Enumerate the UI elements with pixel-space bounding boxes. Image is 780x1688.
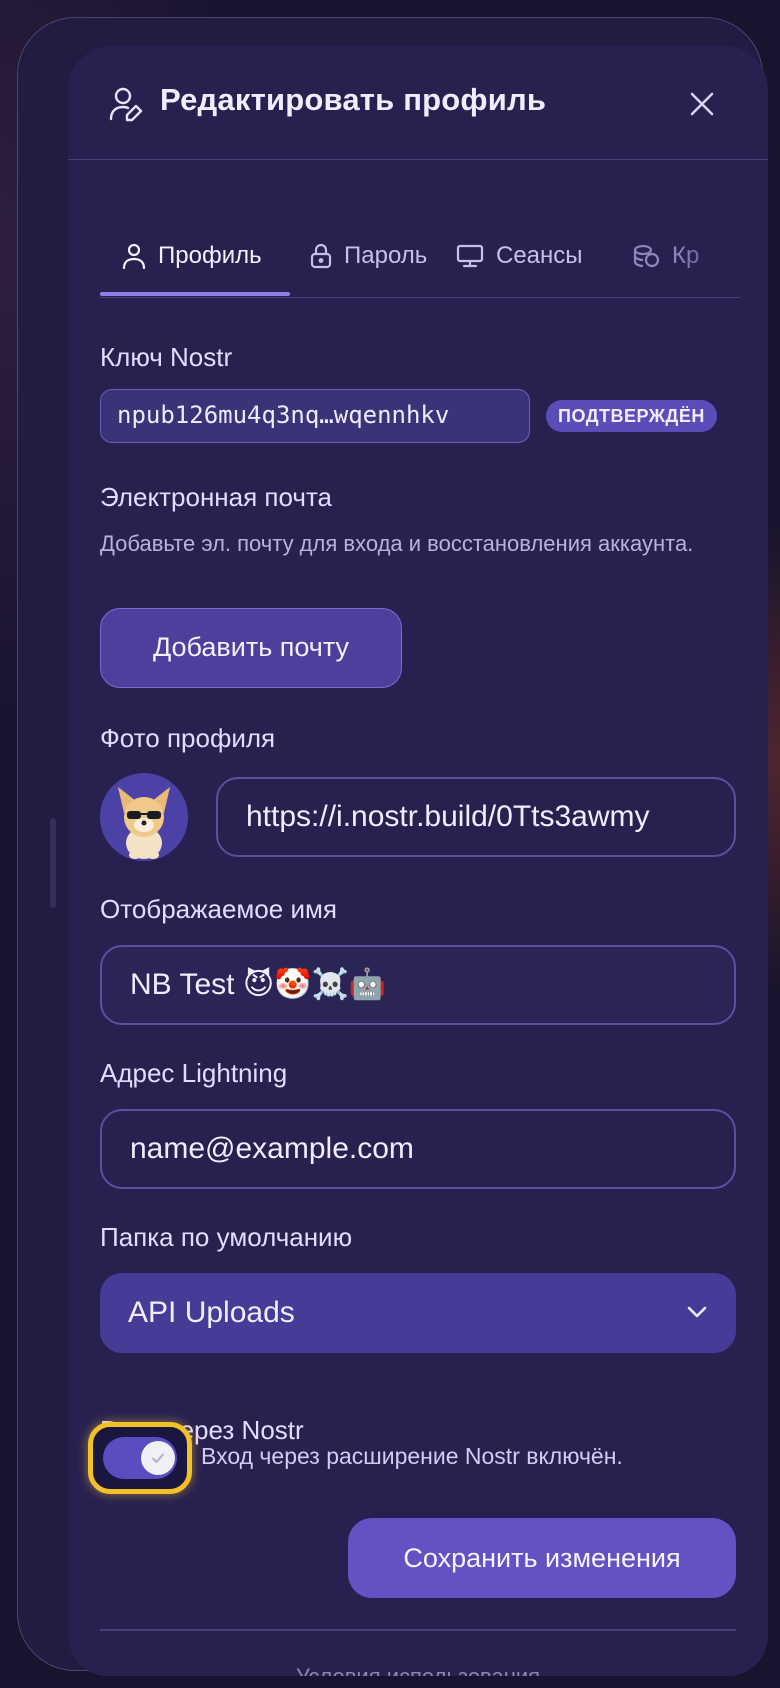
default-folder-value: API Uploads — [128, 1296, 295, 1329]
toggle-knob — [141, 1441, 175, 1475]
chevron-down-icon — [687, 1306, 707, 1318]
verified-badge: ПОДТВЕРЖДЁН — [546, 400, 717, 432]
add-email-button[interactable]: Добавить почту — [100, 608, 402, 688]
default-folder-select[interactable]: API Uploads — [100, 1273, 736, 1353]
tabs-fade — [680, 214, 740, 296]
tab-sessions-label: Сеансы — [496, 242, 583, 269]
terms-link[interactable]: Условия использования — [68, 1664, 768, 1676]
tab-password[interactable]: Пароль — [310, 214, 428, 297]
user-icon — [122, 243, 146, 269]
display-name-label: Отображаемое имя — [100, 894, 337, 924]
side-handle — [50, 818, 56, 908]
nostr-login-status: Вход через расширение Nostr включён. — [201, 1443, 623, 1469]
monitor-icon — [456, 244, 484, 268]
email-help-text: Добавьте эл. почту для входа и восстанов… — [100, 531, 694, 556]
edit-profile-modal: Редактировать профиль Профиль Пароль Сеа… — [68, 46, 768, 1676]
lightning-label: Адрес Lightning — [100, 1058, 288, 1088]
email-label: Электронная почта — [100, 482, 333, 512]
modal-header: Редактировать профиль — [68, 46, 768, 160]
nostr-login-toggle[interactable] — [88, 1422, 192, 1494]
check-icon — [151, 1453, 165, 1464]
footer-divider — [100, 1629, 736, 1631]
tab-bar: Профиль Пароль Сеансы — [100, 214, 740, 298]
avatar-dog-image — [100, 773, 188, 861]
photo-label: Фото профиля — [100, 723, 276, 753]
nostr-key-field[interactable]: npub126mu4q3nq…wqennhkv — [100, 389, 530, 443]
modal-title: Редактировать профиль — [160, 82, 547, 117]
lock-icon — [310, 243, 332, 269]
tab-sessions[interactable]: Сеансы — [456, 214, 583, 297]
tab-profile-label: Профиль — [158, 242, 262, 269]
avatar — [100, 773, 188, 861]
toggle-track — [103, 1437, 177, 1479]
tab-password-label: Пароль — [344, 242, 428, 269]
active-tab-indicator — [100, 292, 290, 296]
lightning-address-input[interactable]: name@example.com — [100, 1109, 736, 1189]
phone-frame: Редактировать профиль Профиль Пароль Сеа… — [17, 17, 768, 1676]
default-folder-label: Папка по умолчанию — [100, 1222, 353, 1252]
save-changes-button[interactable]: Сохранить изменения — [348, 1518, 736, 1598]
close-icon[interactable] — [686, 88, 718, 120]
nostr-key-label: Ключ Nostr — [100, 342, 233, 372]
tab-profile[interactable]: Профиль — [122, 214, 262, 297]
coins-icon — [633, 244, 660, 268]
user-edit-icon — [109, 87, 143, 122]
display-name-input[interactable]: NB Test 😈🤡☠️🤖 — [100, 945, 736, 1025]
photo-url-input[interactable]: https://i.nostr.build/0Tts3awmy — [216, 777, 736, 857]
